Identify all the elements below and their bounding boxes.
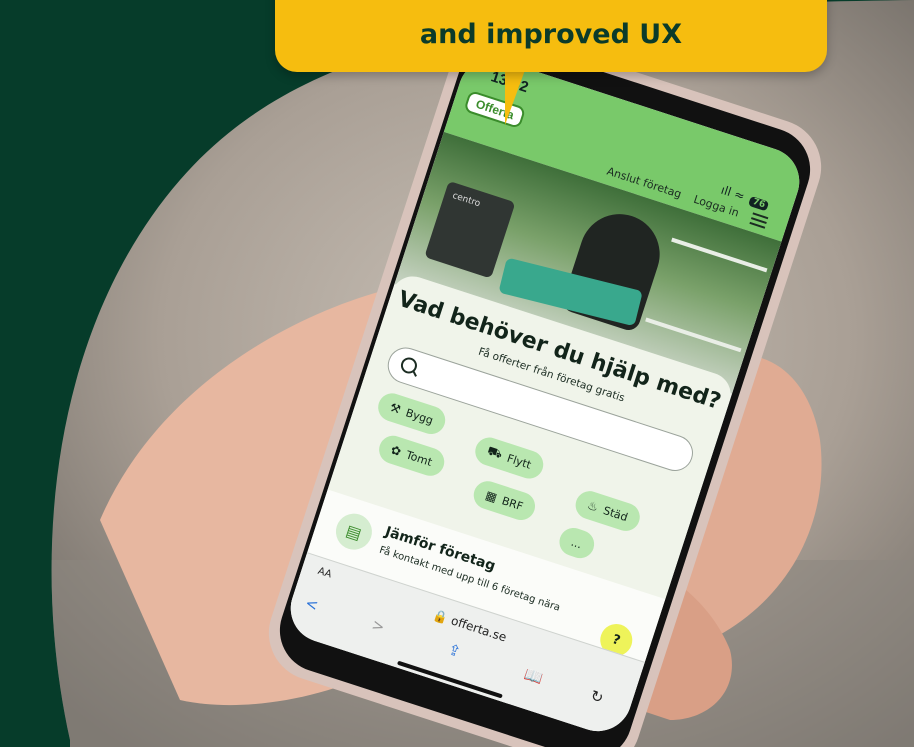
category-label: Flytt [505,451,533,472]
url-text: offerta.se [449,613,509,645]
category-chip-flytt[interactable]: ⛟ Flytt [471,433,547,483]
reload-icon[interactable]: ↻ [588,686,606,707]
forward-icon[interactable]: > [370,615,388,636]
category-chip-tomt[interactable]: ✿ Tomt [375,432,448,480]
truck-icon: ⛟ [485,443,505,462]
bucket-image: centro [424,180,516,279]
railing-image [645,237,768,353]
back-icon[interactable]: < [303,594,321,615]
more-icon: ... [569,535,584,551]
category-chip-stad[interactable]: ♨ Städ [571,487,644,535]
document-icon: ▤ [331,508,377,555]
category-chip-brf[interactable]: ▦ BRF [470,477,539,524]
category-label: BRF [500,493,525,513]
category-chip-bygg[interactable]: ⚒ Bygg [374,389,449,438]
category-label: Städ [601,503,630,524]
bookmarks-icon[interactable]: 📖 [522,665,545,688]
bubble-tail [505,70,525,125]
category-chip-more[interactable]: ... [555,524,598,562]
hammer-icon: ⚒ [388,400,403,417]
category-label: Bygg [404,405,435,427]
promo-bubble: and improved UX [275,0,827,72]
building-icon: ▦ [483,487,499,505]
search-icon [398,355,420,376]
mower-icon: ✿ [389,442,403,459]
hamburger-menu-icon[interactable] [748,210,769,232]
promo-headline: and improved UX [419,19,683,50]
vacuum-icon: ♨ [585,497,601,515]
bucket-label: centro [451,190,482,210]
category-label: Tomt [404,447,434,469]
share-icon[interactable]: ⇪ [446,640,464,661]
